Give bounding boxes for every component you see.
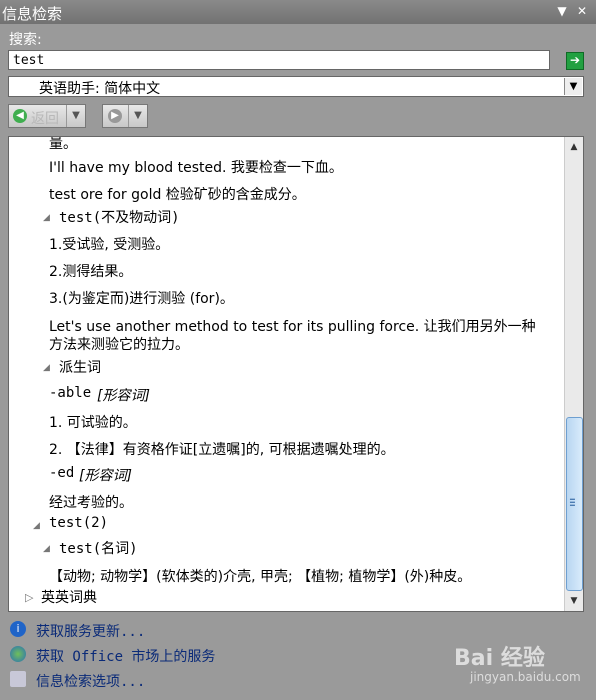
options-icon: [10, 671, 26, 687]
watermark-url: jingyan.baidu.com: [470, 670, 581, 684]
result-heading: 派生词: [59, 360, 101, 376]
result-heading: test(2): [49, 515, 109, 531]
back-button[interactable]: ◀ 返回 ▼: [8, 104, 86, 128]
get-updates-label[interactable]: 获取服务更新...: [36, 621, 145, 641]
collapse-triangle-icon[interactable]: ◢: [43, 213, 50, 223]
result-line: 经过考验的。: [49, 495, 133, 511]
forward-history-icon[interactable]: ▼: [128, 105, 147, 127]
result-line: -ed: [49, 465, 75, 481]
title-bar: 信息检索 ▼ ✕: [0, 0, 596, 24]
result-line: [形容词]: [79, 468, 132, 484]
result-line: [形容词]: [97, 388, 150, 404]
expand-triangle-icon[interactable]: ▷: [25, 591, 33, 604]
research-options-label[interactable]: 信息检索选项...: [36, 671, 145, 691]
result-heading: test(不及物动词): [59, 210, 180, 226]
result-line: 方法来测验它的拉力。: [49, 337, 189, 353]
result-line: 【动物; 动物学】(软体类的)介壳, 甲壳; 【植物; 植物学】(外)种皮。: [49, 569, 472, 585]
result-line: I'll have my blood tested. 我要检查一下血。: [49, 160, 343, 176]
result-line: 1.受试验, 受测验。: [49, 237, 170, 253]
reference-select[interactable]: 英语助手: 简体中文 ▼: [8, 76, 584, 97]
start-search-button[interactable]: ➔: [566, 52, 584, 70]
info-icon: i: [10, 621, 26, 637]
collapse-triangle-icon[interactable]: ◢: [33, 521, 40, 531]
reference-select-value: 英语助手: 简体中文: [39, 81, 161, 97]
result-line: 1. 可试验的。: [49, 415, 137, 431]
result-line: Let's use another method to test for its…: [49, 319, 536, 335]
watermark-logo: Bai 经验: [454, 646, 545, 671]
forward-arrow-icon: ▶: [108, 109, 122, 123]
back-label: 返回: [31, 111, 59, 127]
forward-button[interactable]: ▶ ▼: [102, 104, 148, 128]
result-line: 2. 【法律】有资格作证[立遗嘱]的, 可根据遗嘱处理的。: [49, 442, 395, 458]
result-line: -able: [49, 385, 92, 401]
grip-icon: ━ ━ ━: [570, 495, 575, 510]
scroll-down-icon[interactable]: ▼: [566, 593, 582, 609]
vertical-scrollbar[interactable]: ▲ ━ ━ ━ ▼: [564, 137, 583, 611]
result-heading[interactable]: 英英词典: [41, 587, 97, 607]
back-arrow-icon: ◀: [13, 109, 27, 123]
office-marketplace-label[interactable]: 获取 Office 市场上的服务: [36, 646, 215, 666]
back-history-icon[interactable]: ▼: [66, 105, 85, 127]
result-line: 量。: [49, 136, 77, 152]
scroll-up-icon[interactable]: ▲: [566, 139, 582, 155]
close-icon[interactable]: ✕: [574, 3, 590, 19]
search-label: 搜索:: [9, 32, 42, 48]
result-line: 2.测得结果。: [49, 264, 133, 280]
result-line: test ore for gold 检验矿砂的含金成分。: [49, 187, 306, 203]
window-title: 信息检索: [2, 5, 63, 23]
results-pane: 量。 I'll have my blood tested. 我要检查一下血。 t…: [8, 136, 584, 612]
search-input[interactable]: [8, 50, 550, 70]
collapse-triangle-icon[interactable]: ◢: [43, 544, 50, 554]
collapse-triangle-icon[interactable]: ◢: [43, 363, 50, 373]
globe-icon: [10, 646, 26, 662]
chevron-down-icon[interactable]: ▼: [564, 78, 582, 95]
result-line: 3.(为鉴定而)进行测验 (for)。: [49, 291, 234, 307]
result-heading: test(名词): [59, 541, 138, 557]
dropdown-icon[interactable]: ▼: [554, 3, 570, 19]
scroll-thumb[interactable]: ━ ━ ━: [566, 417, 583, 591]
